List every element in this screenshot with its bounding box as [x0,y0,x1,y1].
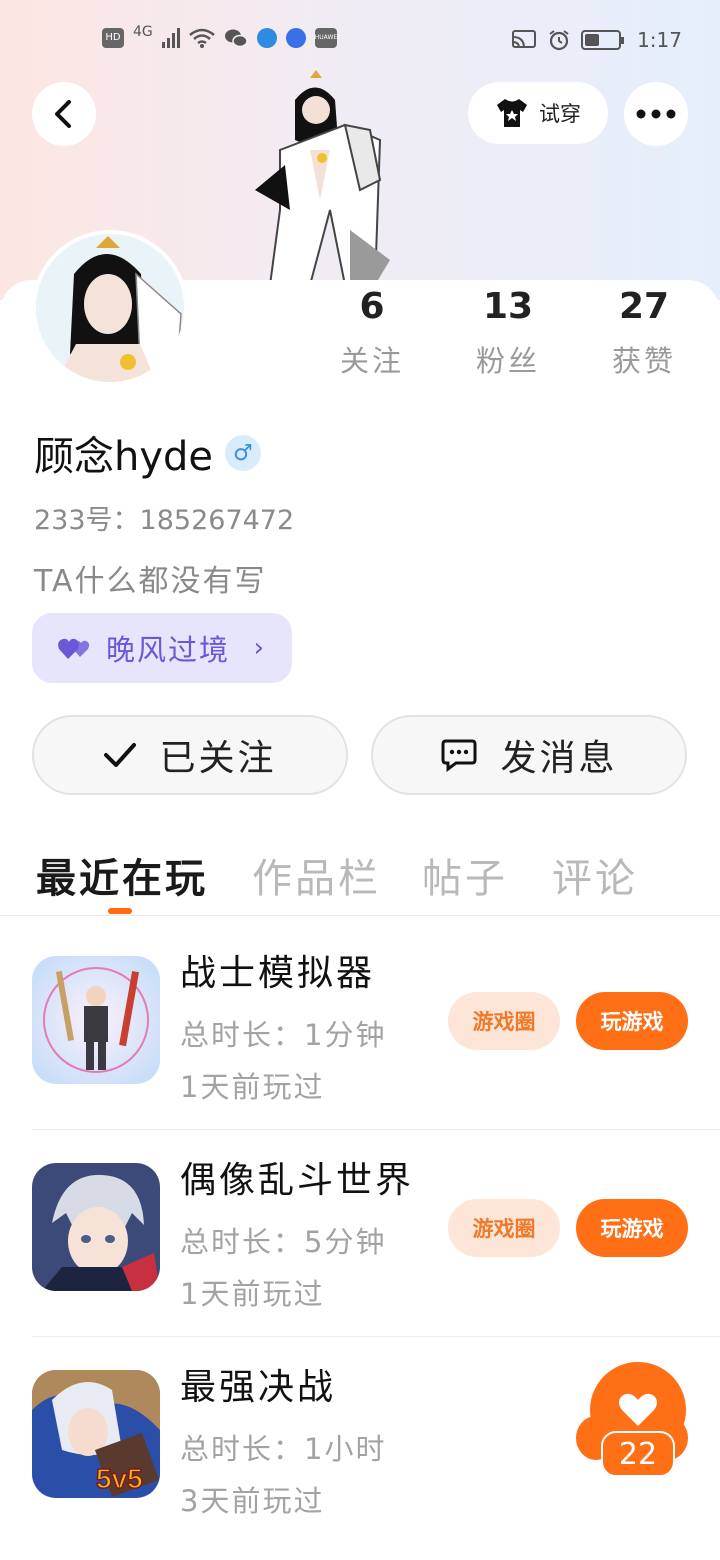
game-title: 战士模拟器 [180,953,376,994]
character-figure [255,70,390,285]
fans-count: 13 [482,286,534,327]
relation-label: 晚风过境 [106,633,231,667]
game-icon-warrior-simulator [32,956,160,1084]
alarm-icon [549,30,569,51]
tab-recently-played[interactable]: 最近在玩 [36,846,208,904]
signal-icon [161,28,180,48]
more-options-button[interactable] [624,82,688,146]
user-id[interactable]: 233号：185267472 [34,498,294,537]
following-label: 关注 [339,344,404,378]
battery-icon [581,30,625,50]
user-id-label: 233号： [34,505,140,536]
game-circle-button[interactable]: 游戏圈 [448,992,560,1050]
game-duration: 总时长：1小时 [180,1432,387,1466]
send-message-button[interactable]: 发消息 [371,715,687,795]
tab-posts[interactable]: 帖子 [422,846,508,904]
likes-label: 获赞 [611,344,676,378]
avatar[interactable] [32,230,188,386]
game-duration: 总时长：1分钟 [180,1018,387,1052]
wechat-icon [224,29,248,48]
tab-comments[interactable]: 评论 [552,846,638,904]
wifi-icon [188,28,215,48]
user-name-row: 顾念hyde ♂ [34,424,262,482]
like-count: 22 [618,1437,658,1472]
huawei-icon: HUAWEI [314,28,339,48]
following-count: 6 [359,286,385,327]
try-on-label: 试穿 [539,102,581,126]
game-circle-button[interactable]: 游戏圈 [448,1199,560,1257]
male-gender-icon: ♂ [225,435,262,471]
checkmark-icon [104,743,137,767]
followed-button[interactable]: 已关注 [32,715,348,795]
list-item[interactable]: 战士模拟器 总时长：1分钟 1天前玩过 游戏圈 玩游戏 [32,924,720,1130]
tshirt-icon [497,99,527,127]
game-last-played: 1天前玩过 [180,1277,325,1311]
game-icon-strongest-battle: 5v5 [32,1370,160,1498]
tab-works[interactable]: 作品栏 [252,846,381,904]
double-heart-icon [58,638,90,659]
more-dots-icon [636,109,676,119]
game-title: 偶像乱斗世界 [180,1160,415,1201]
list-item[interactable]: 偶像乱斗世界 总时长：5分钟 1天前玩过 游戏圈 玩游戏 [32,1131,720,1337]
likes-stat[interactable]: 27 获赞 [584,282,704,380]
signal-4g-icon: 4G [133,24,153,40]
relation-tag-button[interactable]: 晚风过境 › [32,613,292,683]
fans-stat[interactable]: 13 粉丝 [448,282,568,380]
user-id-value: 185267472 [139,505,295,536]
game-icon-badge: 5v5 [96,1463,143,1494]
status-bar: HD 4G HUAWEI 1:17 [0,24,720,58]
play-game-button[interactable]: 玩游戏 [576,992,688,1050]
clock-time: 1:17 [637,28,682,52]
divider [32,1129,720,1130]
play-game-button[interactable]: 玩游戏 [576,1199,688,1257]
hd-icon: HD [102,28,124,48]
back-button[interactable] [32,82,96,146]
floating-like-button[interactable]: 22 [576,1360,688,1480]
content-tabs: 最近在玩 作品栏 帖子 评论 [0,840,720,916]
game-last-played: 1天前玩过 [180,1070,325,1104]
following-stat[interactable]: 6 关注 [312,282,432,380]
user-bio: TA什么都没有写 [34,564,267,599]
divider [32,1336,720,1337]
active-tab-indicator [108,908,132,914]
try-on-button[interactable]: 试穿 [468,82,608,144]
game-duration: 总时长：5分钟 [180,1225,387,1259]
user-name: 顾念hyde [34,434,214,480]
cast-icon [512,30,537,49]
music-icon [285,28,306,48]
fans-label: 粉丝 [475,344,540,378]
game-title: 最强决战 [180,1367,337,1408]
chevron-left-icon [55,100,71,128]
followed-label: 已关注 [159,738,277,779]
avatar-image [36,234,184,382]
likes-count: 27 [618,286,670,327]
chat-bubble-icon [441,739,477,772]
game-last-played: 3天前玩过 [180,1484,325,1518]
game-icon-idol-brawl-world [32,1163,160,1291]
app-blue-icon [256,28,277,48]
send-message-label: 发消息 [500,738,618,779]
chevron-right-icon: › [253,633,266,663]
